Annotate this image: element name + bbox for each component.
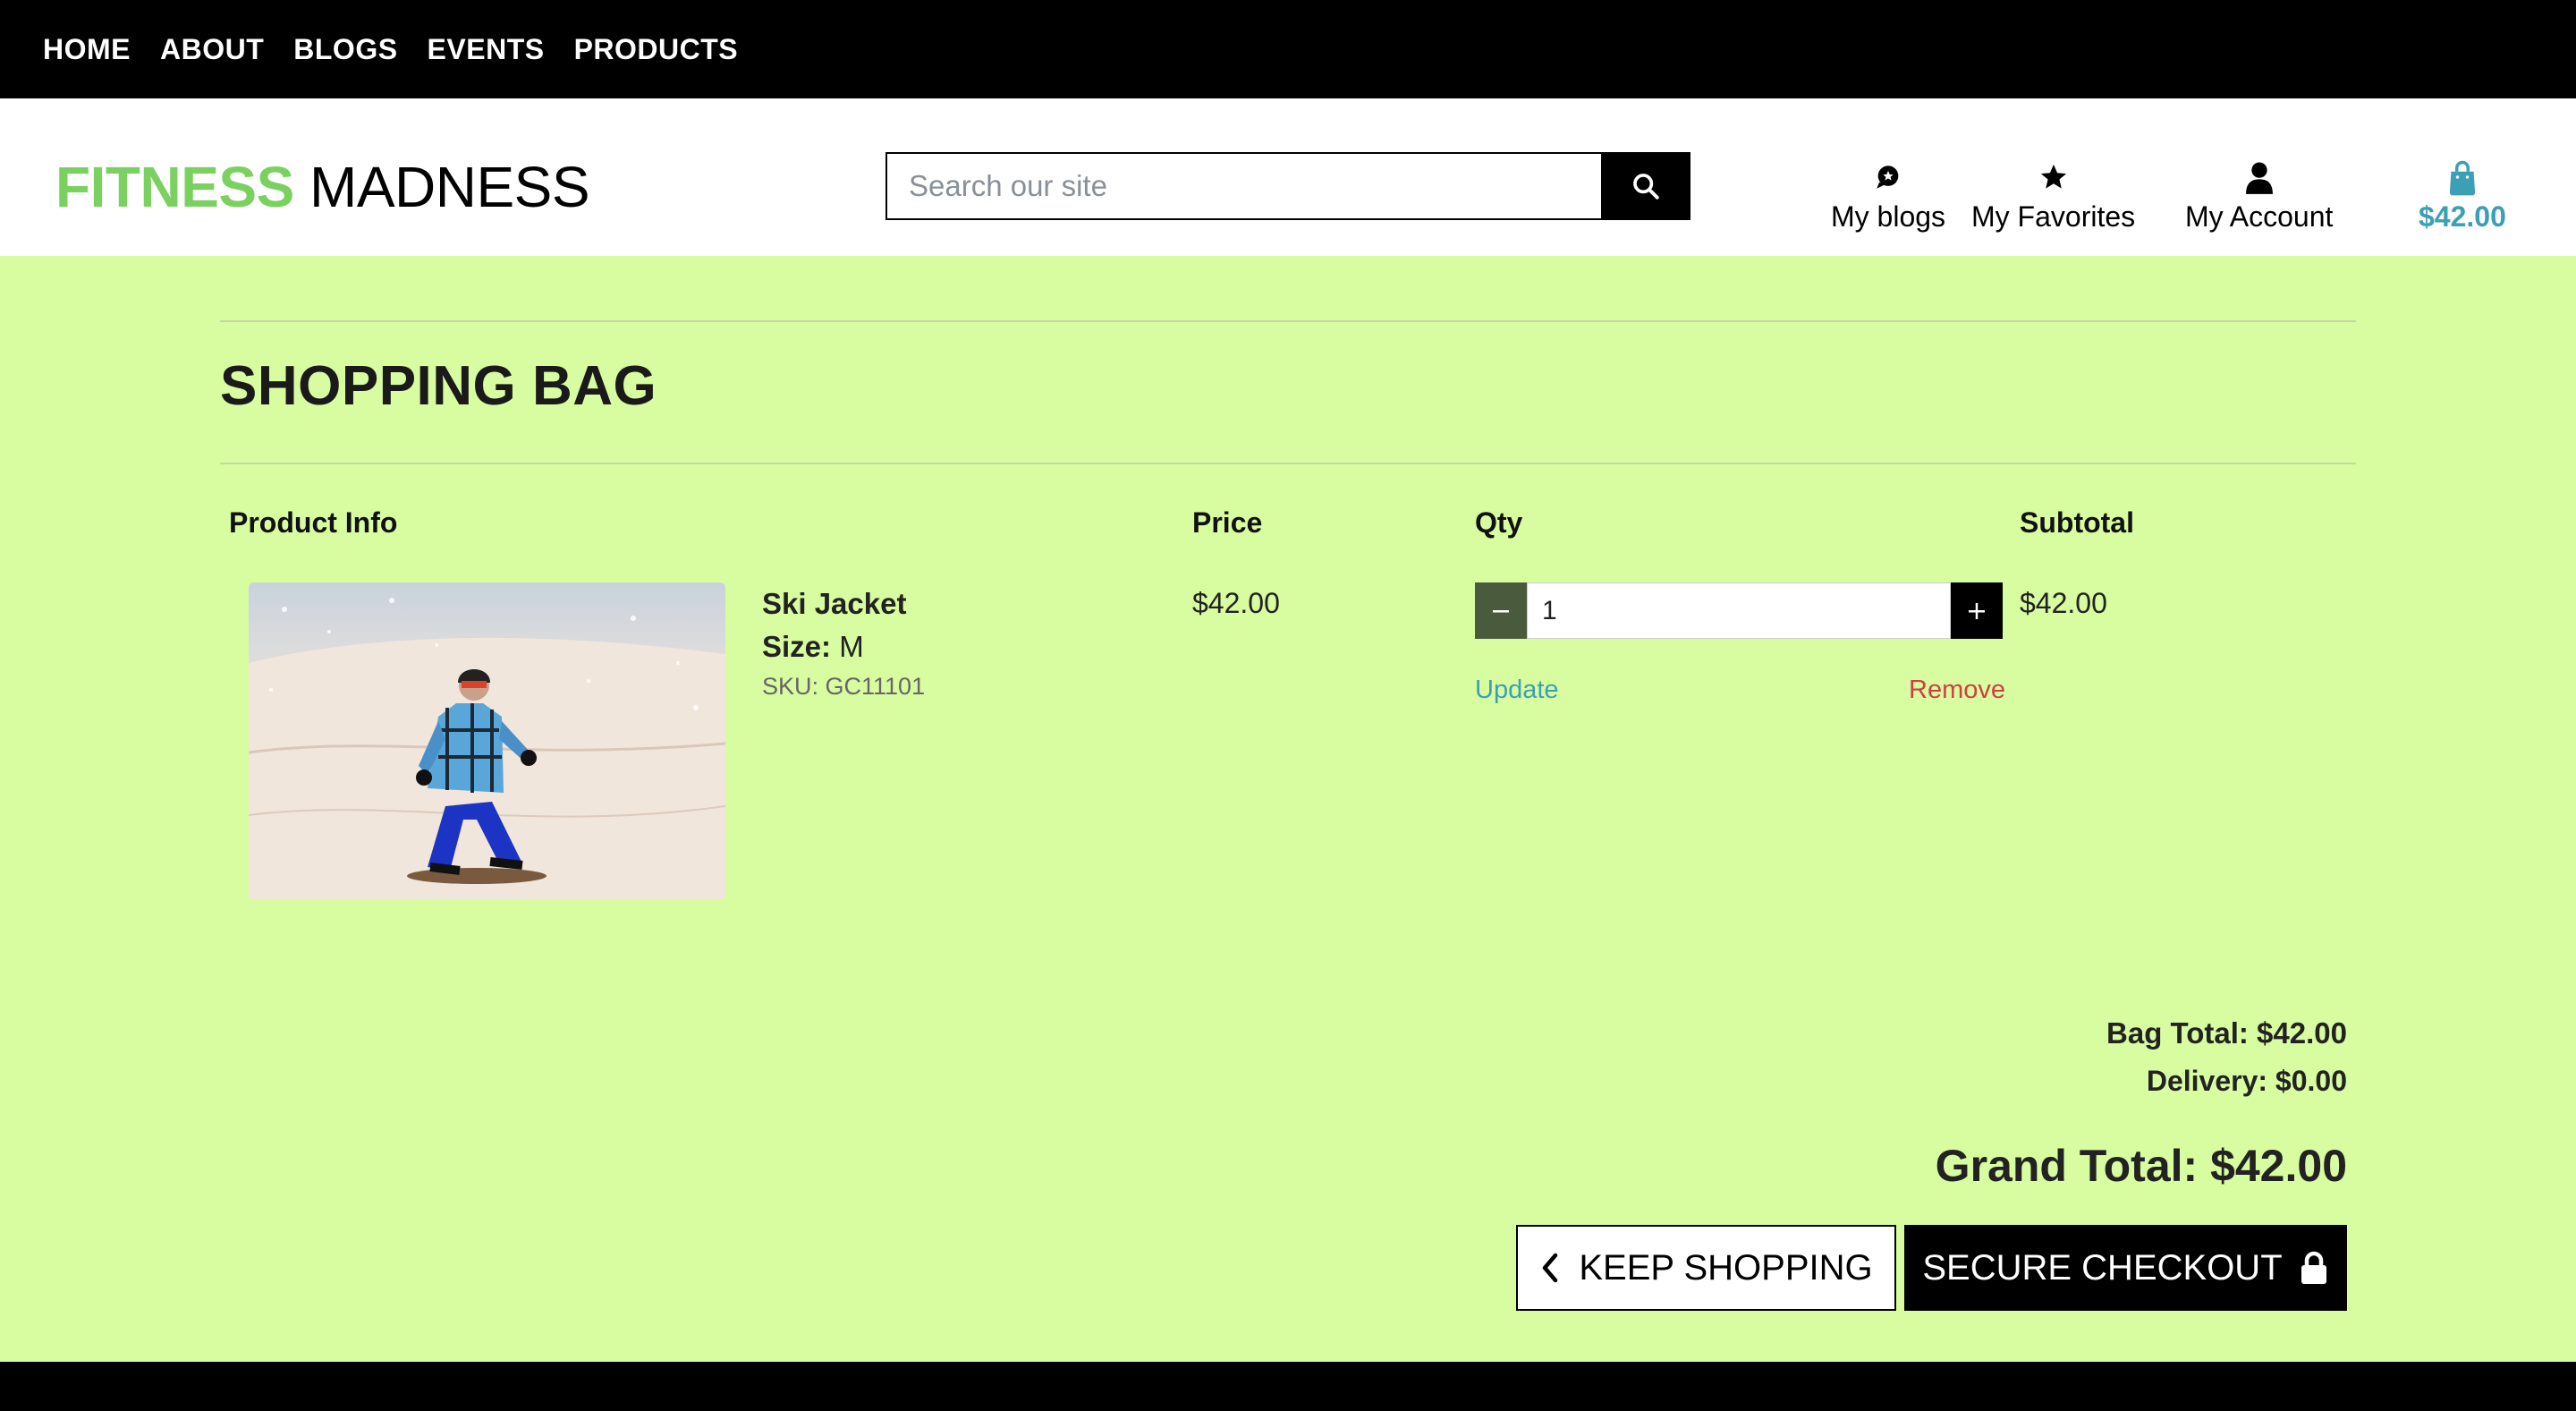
shopping-bag-link[interactable]: $42.00 [2419, 157, 2506, 234]
product-price: $42.00 [1192, 587, 1280, 619]
my-favorites-link[interactable]: My Favorites [1971, 157, 2135, 234]
delivery-cost: Delivery: $0.00 [2146, 1065, 2347, 1097]
site-footer [0, 1362, 2576, 1411]
header-product-info: Product Info [229, 506, 398, 539]
secure-checkout-label: SECURE CHECKOUT [1922, 1247, 2283, 1288]
nav-about[interactable]: ABOUT [160, 33, 264, 66]
minus-icon [1493, 609, 1509, 612]
remove-link[interactable]: Remove [1909, 676, 2005, 705]
qty-increment-button[interactable] [1951, 582, 2003, 639]
logo-fitness: FITNESS [55, 155, 294, 219]
quantity-stepper [1475, 582, 2003, 639]
secure-checkout-button[interactable]: SECURE CHECKOUT [1904, 1225, 2347, 1311]
my-favorites-label: My Favorites [1971, 200, 2136, 233]
keep-shopping-label: KEEP SHOPPING [1579, 1247, 1873, 1288]
nav-home[interactable]: HOME [43, 33, 131, 66]
nav-events[interactable]: EVENTS [428, 33, 545, 66]
title-divider [220, 463, 2356, 464]
product-sku: SKU: GC11101 [762, 673, 926, 700]
bag-total-label: $42.00 [2419, 200, 2506, 233]
header-price: Price [1192, 506, 1263, 539]
product-image [249, 582, 725, 900]
header-qty: Qty [1475, 506, 1523, 539]
update-link[interactable]: Update [1475, 676, 1559, 705]
chevron-left-icon [1543, 1253, 1558, 1283]
top-divider [220, 320, 2356, 322]
header-subtotal: Subtotal [2020, 506, 2134, 539]
my-account-link[interactable]: My Account [2185, 157, 2333, 234]
nav-blogs[interactable]: BLOGS [293, 33, 397, 66]
star-icon [2040, 164, 2066, 189]
shopping-bag-icon [2449, 160, 2476, 196]
lock-icon [2301, 1251, 2326, 1284]
qty-decrement-button[interactable] [1475, 582, 1527, 639]
blog-bubble-icon [1877, 166, 1899, 189]
product-size: Size: M [762, 630, 864, 664]
page-title: SHOPPING BAG [220, 355, 657, 417]
search-button[interactable] [1601, 152, 1690, 220]
size-label: Size: [762, 630, 832, 663]
my-blogs-label: My blogs [1831, 200, 1946, 233]
nav-products[interactable]: PRODUCTS [574, 33, 739, 66]
search-input[interactable] [886, 152, 1601, 220]
search-icon [1633, 174, 1659, 200]
plus-icon [1969, 602, 1985, 619]
bag-total: Bag Total: $42.00 [2106, 1016, 2347, 1050]
site-header: FITNESS MADNESS My blogs My Favorites [0, 98, 2576, 256]
top-nav: HOME ABOUT BLOGS EVENTS PRODUCTS [0, 0, 2576, 98]
logo-madness: MADNESS [309, 155, 590, 219]
qty-input[interactable] [1527, 582, 1951, 639]
grand-total: Grand Total: $42.00 [1935, 1141, 2347, 1191]
product-name: Ski Jacket [762, 587, 907, 620]
search-form [886, 152, 1690, 220]
user-icon [2245, 162, 2273, 194]
keep-shopping-button[interactable]: KEEP SHOPPING [1516, 1225, 1896, 1311]
my-account-label: My Account [2185, 200, 2334, 233]
my-blogs-link[interactable]: My blogs [1831, 157, 1945, 234]
site-logo[interactable]: FITNESS MADNESS [55, 154, 590, 220]
product-subtotal: $42.00 [2020, 587, 2107, 619]
size-value: M [839, 630, 864, 663]
